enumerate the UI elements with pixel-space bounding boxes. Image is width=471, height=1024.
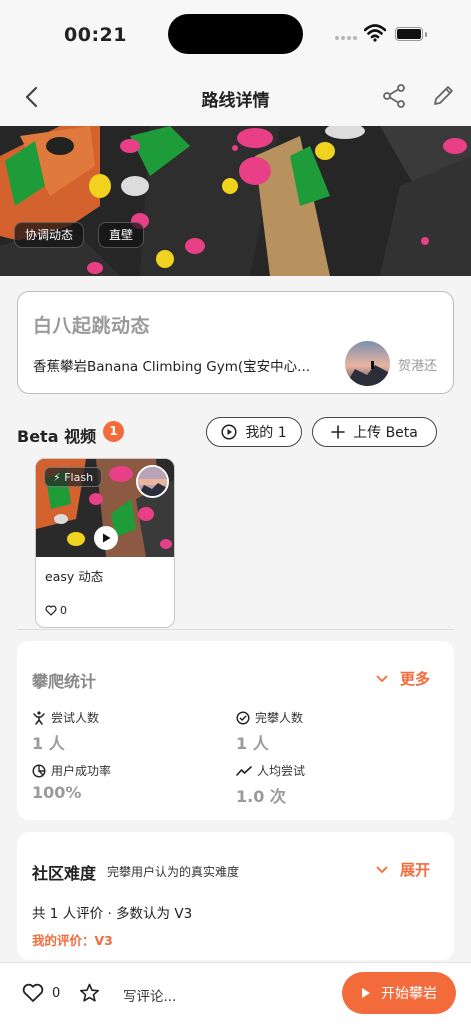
stat-rate-value: 100% bbox=[32, 783, 82, 802]
stat-avg-value: 1.0 次 bbox=[236, 787, 286, 806]
beta-author-avatar bbox=[136, 465, 169, 498]
flash-label: Flash bbox=[64, 471, 94, 484]
chevron-down-icon bbox=[376, 866, 388, 873]
play-circle-icon bbox=[221, 424, 237, 440]
stat-attempts-text: 尝试人数 bbox=[51, 711, 100, 725]
beta-author-avatar-image bbox=[138, 467, 167, 496]
pie-icon bbox=[32, 763, 46, 778]
stat-rate-label: 用户成功率 bbox=[32, 762, 111, 779]
beta-video-card[interactable]: ⚡ Flash easy 动态 0 bbox=[35, 458, 175, 628]
share-icon[interactable] bbox=[381, 83, 407, 109]
star-icon[interactable] bbox=[79, 983, 100, 1003]
wifi-icon bbox=[364, 24, 386, 42]
dynamic-island bbox=[168, 14, 303, 54]
community-title: 社区难度 bbox=[32, 864, 97, 883]
play-button[interactable] bbox=[94, 526, 118, 550]
avatar-image bbox=[345, 341, 390, 386]
community-expand-button[interactable]: 展开 bbox=[376, 859, 430, 880]
start-climb-button[interactable]: 开始攀岩 bbox=[342, 972, 456, 1014]
setter-name[interactable]: 贺港还 bbox=[398, 355, 437, 374]
stat-sends-text: 完攀人数 bbox=[255, 711, 304, 725]
climber-icon bbox=[33, 710, 45, 725]
like-button[interactable]: 0 bbox=[22, 983, 60, 1003]
stats-title: 攀爬统计 bbox=[32, 672, 97, 691]
like-count: 0 bbox=[52, 985, 61, 1001]
stat-avg-label: 人均尝试 bbox=[236, 762, 305, 779]
upload-beta-button[interactable]: 上传 Beta bbox=[312, 417, 437, 447]
status-time: 00:21 bbox=[64, 24, 127, 46]
heart-icon bbox=[45, 605, 57, 616]
stat-attempts-label: 尝试人数 bbox=[32, 709, 99, 726]
beta-count-badge: 1 bbox=[103, 421, 124, 442]
beta-video-likes[interactable]: 0 bbox=[45, 604, 67, 617]
beta-video-thumbnail: ⚡ Flash bbox=[36, 459, 174, 557]
battery-cap bbox=[425, 32, 427, 37]
status-bar: 00:21 bbox=[0, 0, 471, 68]
my-beta-label: 我的 1 bbox=[245, 425, 287, 441]
stats-more-button[interactable]: 更多 bbox=[376, 668, 430, 689]
climb-stats-card: 攀爬统计 更多 尝试人数 1 人 完攀人数 1 人 用户成功率 100% 人均尝… bbox=[17, 641, 454, 820]
nav-bar: 路线详情 bbox=[0, 68, 471, 126]
beta-video-label: easy 动态 bbox=[45, 569, 104, 584]
gym-name[interactable]: 香蕉攀岩Banana Climbing Gym(宝安中心... bbox=[33, 355, 338, 375]
community-grade-card: 社区难度 完攀用户认为的真实难度 展开 共 1 人评价 · 多数认为 V3 我的… bbox=[17, 832, 454, 960]
my-grade: 我的评价：V3 bbox=[32, 933, 113, 948]
route-info-card: 白八起跳动态 香蕉攀岩Banana Climbing Gym(宝安中心... 贺… bbox=[17, 291, 454, 394]
signal-icon bbox=[335, 36, 357, 40]
comment-input[interactable]: 写评论... bbox=[123, 985, 176, 1005]
edit-icon[interactable] bbox=[432, 83, 456, 107]
upload-beta-label: 上传 Beta bbox=[353, 425, 418, 441]
community-summary: 共 1 人评价 · 多数认为 V3 bbox=[32, 906, 193, 922]
route-cover-image bbox=[0, 126, 471, 276]
hero-tag-style: 协调动态 bbox=[14, 222, 85, 248]
flash-tag: ⚡ Flash bbox=[44, 467, 103, 487]
start-climb-label: 开始攀岩 bbox=[381, 986, 437, 1002]
battery-icon bbox=[395, 27, 423, 41]
check-circle-icon bbox=[236, 710, 250, 725]
plus-icon bbox=[331, 425, 345, 439]
stat-avg-text: 人均尝试 bbox=[257, 764, 306, 778]
hero-tag-wall: 直壁 bbox=[98, 222, 145, 248]
stats-more-label: 更多 bbox=[399, 670, 430, 688]
my-beta-button[interactable]: 我的 1 bbox=[206, 417, 302, 447]
stat-sends-label: 完攀人数 bbox=[236, 709, 303, 726]
beta-section-title: Beta 视频 bbox=[17, 427, 97, 446]
stat-attempts-value: 1 人 bbox=[32, 734, 65, 753]
beta-likes-count: 0 bbox=[60, 604, 67, 617]
stat-rate-text: 用户成功率 bbox=[51, 764, 112, 778]
stat-sends-value: 1 人 bbox=[236, 734, 269, 753]
play-icon bbox=[103, 533, 111, 543]
bottom-bar: 0 写评论... 开始攀岩 bbox=[0, 962, 471, 1024]
heart-icon bbox=[22, 983, 44, 1002]
community-expand-label: 展开 bbox=[399, 861, 430, 879]
climbing-wall-image bbox=[0, 126, 471, 276]
community-subtitle: 完攀用户认为的真实难度 bbox=[107, 865, 240, 879]
chevron-down-icon bbox=[376, 675, 388, 682]
setter-avatar[interactable] bbox=[345, 341, 390, 386]
play-icon bbox=[362, 988, 370, 998]
route-name: 白八起跳动态 bbox=[33, 315, 151, 337]
trend-icon bbox=[236, 765, 252, 776]
section-divider bbox=[17, 629, 454, 630]
